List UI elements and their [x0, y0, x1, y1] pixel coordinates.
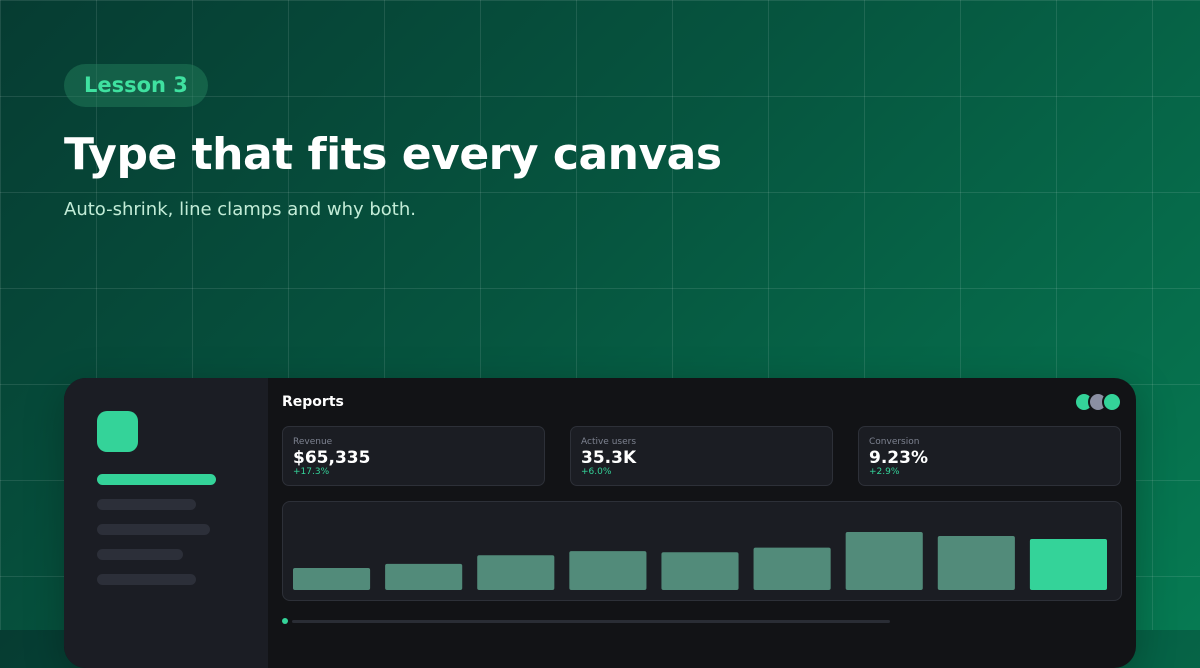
reports-panel: Reports Revenue $65,335 +17.3% Active us…: [268, 378, 1136, 668]
bar-chart-svg: [293, 532, 1107, 590]
stat-label: Revenue: [293, 437, 333, 447]
stat-card-conversion[interactable]: Conversion 9.23% +2.9%: [858, 426, 1121, 486]
chart-bar: [293, 567, 371, 590]
chart-bar: [845, 532, 923, 590]
sidebar-item-5[interactable]: [97, 574, 196, 585]
chart-bar: [477, 555, 555, 590]
chart-bar: [661, 552, 739, 590]
avatar-group[interactable]: [1074, 392, 1122, 412]
sidebar-item-2[interactable]: [97, 499, 196, 510]
sidebar-item-1[interactable]: [97, 474, 216, 485]
chart-bar: [569, 551, 647, 590]
chart-bar: [753, 547, 831, 590]
stat-value: $65,335: [293, 448, 371, 468]
sidebar-item-3[interactable]: [97, 524, 210, 535]
stat-card-revenue[interactable]: Revenue $65,335 +17.3%: [282, 426, 545, 486]
stat-delta: +6.0%: [581, 467, 612, 477]
lesson-badge: Lesson 3: [64, 64, 208, 107]
page-subtitle: Auto-shrink, line clamps and why both.: [64, 199, 416, 221]
chart-bar: [937, 536, 1015, 590]
stat-value: 35.3K: [581, 448, 637, 468]
stat-label: Conversion: [869, 437, 920, 447]
bar-chart: [282, 501, 1122, 601]
stat-label: Active users: [581, 437, 637, 447]
progress-track: [292, 620, 890, 623]
reports-title: Reports: [282, 394, 344, 410]
hero: Lesson 3 Type that fits every canvas Aut…: [64, 64, 1136, 220]
app-logo: [97, 411, 138, 452]
sidebar-item-4[interactable]: [97, 549, 183, 560]
page-title: Type that fits every canvas: [64, 129, 722, 180]
chart-bar: [385, 563, 463, 590]
chart-bar: [1029, 538, 1107, 590]
stat-value: 9.23%: [869, 448, 928, 468]
stat-card-active-users[interactable]: Active users 35.3K +6.0%: [570, 426, 833, 486]
dashboard-preview: Reports Revenue $65,335 +17.3% Active us…: [64, 378, 1136, 668]
progress-indicator: [282, 618, 288, 624]
sidebar: [64, 378, 268, 668]
stat-delta: +17.3%: [293, 467, 330, 477]
stat-delta: +2.9%: [869, 467, 900, 477]
avatar[interactable]: [1102, 392, 1122, 412]
